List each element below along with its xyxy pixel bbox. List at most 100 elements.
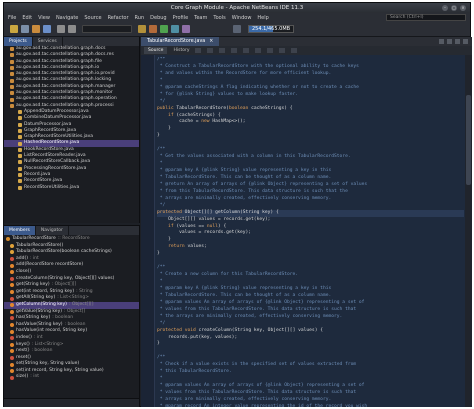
menu-item-source[interactable]: Source [84,15,101,21]
java-file-icon [18,160,22,165]
close-icon[interactable]: × [460,5,466,11]
profile-icon[interactable] [182,25,190,33]
class-icon [6,237,10,242]
method-icon [10,276,14,281]
menu-item-navigate[interactable]: Navigate [56,15,78,21]
member-item[interactable]: TabularRecordStore:: RecordStore [4,236,139,243]
menu-item-team[interactable]: Team [194,15,207,21]
code-line: * for {@link String} values to make look… [157,91,299,97]
uncomment-icon[interactable] [279,48,286,53]
title-bar: Core Graph Module - Apache NetBeans IDE … [4,3,470,13]
code-line: */ [157,202,166,208]
menu-item-window[interactable]: Window [232,15,252,21]
member-item[interactable]: set(String key, String value) [4,361,139,368]
member-item[interactable]: add(RecordStore recordStore) [4,262,139,269]
java-file-icon [18,147,22,152]
run-icon[interactable] [160,25,168,33]
new-project-icon[interactable] [10,25,18,33]
minimize-icon[interactable]: – [442,5,448,11]
editor-scrollbar[interactable] [465,55,472,407]
toggle-highlight-icon[interactable] [231,48,238,53]
source-view-tab[interactable]: Source [144,47,168,54]
package-icon [10,66,14,71]
new-file-icon[interactable] [21,25,29,33]
member-name: getAll(String key) [16,295,56,301]
config-select[interactable] [82,25,132,33]
java-file-icon [18,179,22,184]
java-file-icon [18,116,22,121]
method-icon [10,283,14,288]
menu-item-profile[interactable]: Profile [173,15,189,21]
menu-item-file[interactable]: File [8,15,16,21]
code-line: /** [157,57,166,62]
tab-close-icon[interactable]: × [209,37,213,46]
member-item[interactable]: close() [4,269,139,276]
gc-icon[interactable] [233,25,241,33]
method-icon [10,270,14,275]
package-icon [10,59,14,64]
menu-item-help[interactable]: Help [257,15,268,21]
tab-services[interactable]: Services [33,37,63,46]
maximize-editor-icon[interactable] [463,39,468,44]
member-name: set(String key, String value) [16,361,80,367]
shift-left-icon[interactable] [243,48,250,53]
tab-right-icon[interactable] [447,39,452,44]
package-icon [10,97,14,102]
menu-item-view[interactable]: View [38,15,50,21]
comment-icon[interactable] [267,48,274,53]
tab-left-icon[interactable] [439,39,444,44]
member-name: TabularRecordStore(boolean cacheStrings) [16,249,112,255]
maximize-icon[interactable]: □ [451,5,457,11]
undo-icon[interactable] [57,25,65,33]
code-editor: TabularRecordStore.java × Source History [141,37,472,407]
menu-item-run[interactable]: Run [135,15,145,21]
redo-icon[interactable] [68,25,76,33]
member-item[interactable]: getAll(String key): List<String> [4,295,139,302]
scrollbar-thumb[interactable] [466,95,471,185]
forward-icon[interactable] [207,48,214,53]
member-item[interactable]: next(): boolean [4,348,139,355]
menu-item-edit[interactable]: Edit [22,15,32,21]
tab-navigator[interactable]: Navigator [36,226,69,235]
editor-tab[interactable]: TabularRecordStore.java × [141,37,220,46]
debug-icon[interactable] [171,25,179,33]
menu-item-refactor[interactable]: Refactor [108,15,129,21]
member-item[interactable]: size(): int [4,374,139,381]
back-icon[interactable] [195,48,202,53]
tab-members[interactable]: Members [4,226,36,235]
menu-item-tools[interactable]: Tools [213,15,225,21]
member-item[interactable]: hasValue(int record, String key) [4,328,139,335]
clean-build-icon[interactable] [149,25,157,33]
memory-label: 254.1/465.0MB [252,26,291,32]
save-all-icon[interactable] [43,25,51,33]
macro-record-icon[interactable] [291,48,298,53]
search-input[interactable]: Search (Ctrl+I) [386,14,466,21]
build-icon[interactable] [138,25,146,33]
tree-item[interactable]: RecordStoreUtilities.java [4,185,139,191]
java-file-icon [18,166,22,171]
shift-right-icon[interactable] [255,48,262,53]
code-line: * values from this TabularRecordStore. T… [157,306,357,312]
code-area[interactable]: /** * Construct a TabularRecordStore wit… [157,57,464,407]
menu-item-debug[interactable]: Debug [150,15,166,21]
method-icon [10,329,14,334]
memory-indicator[interactable]: 254.1/465.0MB [248,25,294,33]
code-line: * TabularRecordStore. This can be though… [157,174,332,180]
code-line: protected void createColumn(String key, … [157,327,323,333]
member-item[interactable]: index(): int [4,335,139,342]
find-icon[interactable] [219,48,226,53]
member-item[interactable]: get(String key): Object[][] [4,282,139,289]
member-item[interactable]: TabularRecordStore(boolean cacheStrings) [4,249,139,256]
tab-list-icon[interactable] [455,39,460,44]
code-line: */ [157,98,166,104]
toolbar [4,22,470,37]
tab-projects[interactable]: Projects [4,37,33,46]
member-item[interactable]: has(String key): boolean [4,315,139,322]
code-line: * Construct a TabularRecordStore with th… [157,63,359,69]
code-line: } [157,251,160,257]
open-project-icon[interactable] [32,25,40,33]
history-view-tab[interactable]: History [173,48,189,53]
code-line: * values from this TabularRecordStore. T… [157,390,357,395]
member-item[interactable]: getColumn(String key): Object[][] [4,301,139,309]
